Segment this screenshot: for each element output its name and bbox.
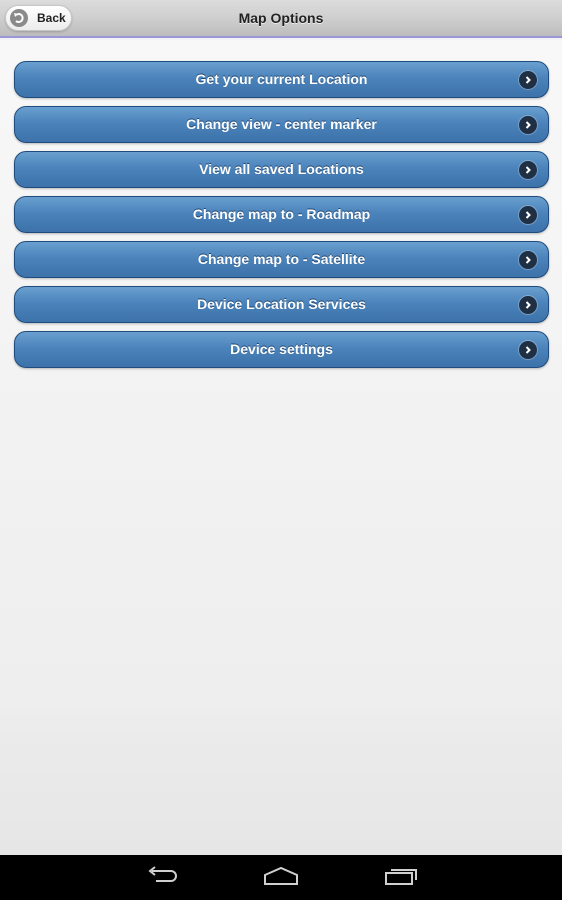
- menu-item-location-services[interactable]: Device Location Services: [14, 286, 549, 323]
- menu-item-roadmap[interactable]: Change map to - Roadmap: [14, 196, 549, 233]
- nav-back-button[interactable]: [131, 863, 191, 893]
- chevron-right-icon: [519, 206, 537, 224]
- options-menu: Get your current Location Change view - …: [14, 61, 549, 376]
- back-label: Back: [37, 11, 66, 25]
- chevron-right-icon: [519, 296, 537, 314]
- menu-item-label: Get your current Location: [195, 71, 368, 87]
- menu-item-device-settings[interactable]: Device settings: [14, 331, 549, 368]
- chevron-right-icon: [519, 251, 537, 269]
- back-arrow-icon: [10, 9, 28, 27]
- nav-home-button[interactable]: [251, 863, 311, 893]
- menu-item-saved-locations[interactable]: View all saved Locations: [14, 151, 549, 188]
- menu-item-label: Change map to - Satellite: [197, 251, 366, 267]
- menu-item-satellite[interactable]: Change map to - Satellite: [14, 241, 549, 278]
- menu-item-label: Device settings: [230, 341, 333, 357]
- chevron-right-icon: [519, 161, 537, 179]
- menu-item-label: Change map to - Roadmap: [192, 206, 371, 222]
- nav-back-icon: [144, 865, 178, 891]
- content-area: Get your current Location Change view - …: [0, 40, 562, 855]
- menu-item-label: Change view - center marker: [186, 116, 377, 132]
- back-button[interactable]: Back: [5, 5, 72, 31]
- chevron-right-icon: [519, 71, 537, 89]
- chevron-right-icon: [519, 116, 537, 134]
- menu-item-label: Device Location Services: [197, 296, 366, 312]
- menu-item-center-marker[interactable]: Change view - center marker: [14, 106, 549, 143]
- nav-recents-button[interactable]: [371, 863, 431, 893]
- menu-item-label: View all saved Locations: [199, 161, 364, 177]
- chevron-right-icon: [519, 341, 537, 359]
- nav-recents-icon: [384, 866, 418, 891]
- header-bar: Map Options Back: [0, 0, 562, 38]
- nav-home-icon: [263, 866, 299, 891]
- menu-item-get-current-location[interactable]: Get your current Location: [14, 61, 549, 98]
- system-navigation-bar: [0, 855, 562, 900]
- page-title: Map Options: [238, 10, 324, 26]
